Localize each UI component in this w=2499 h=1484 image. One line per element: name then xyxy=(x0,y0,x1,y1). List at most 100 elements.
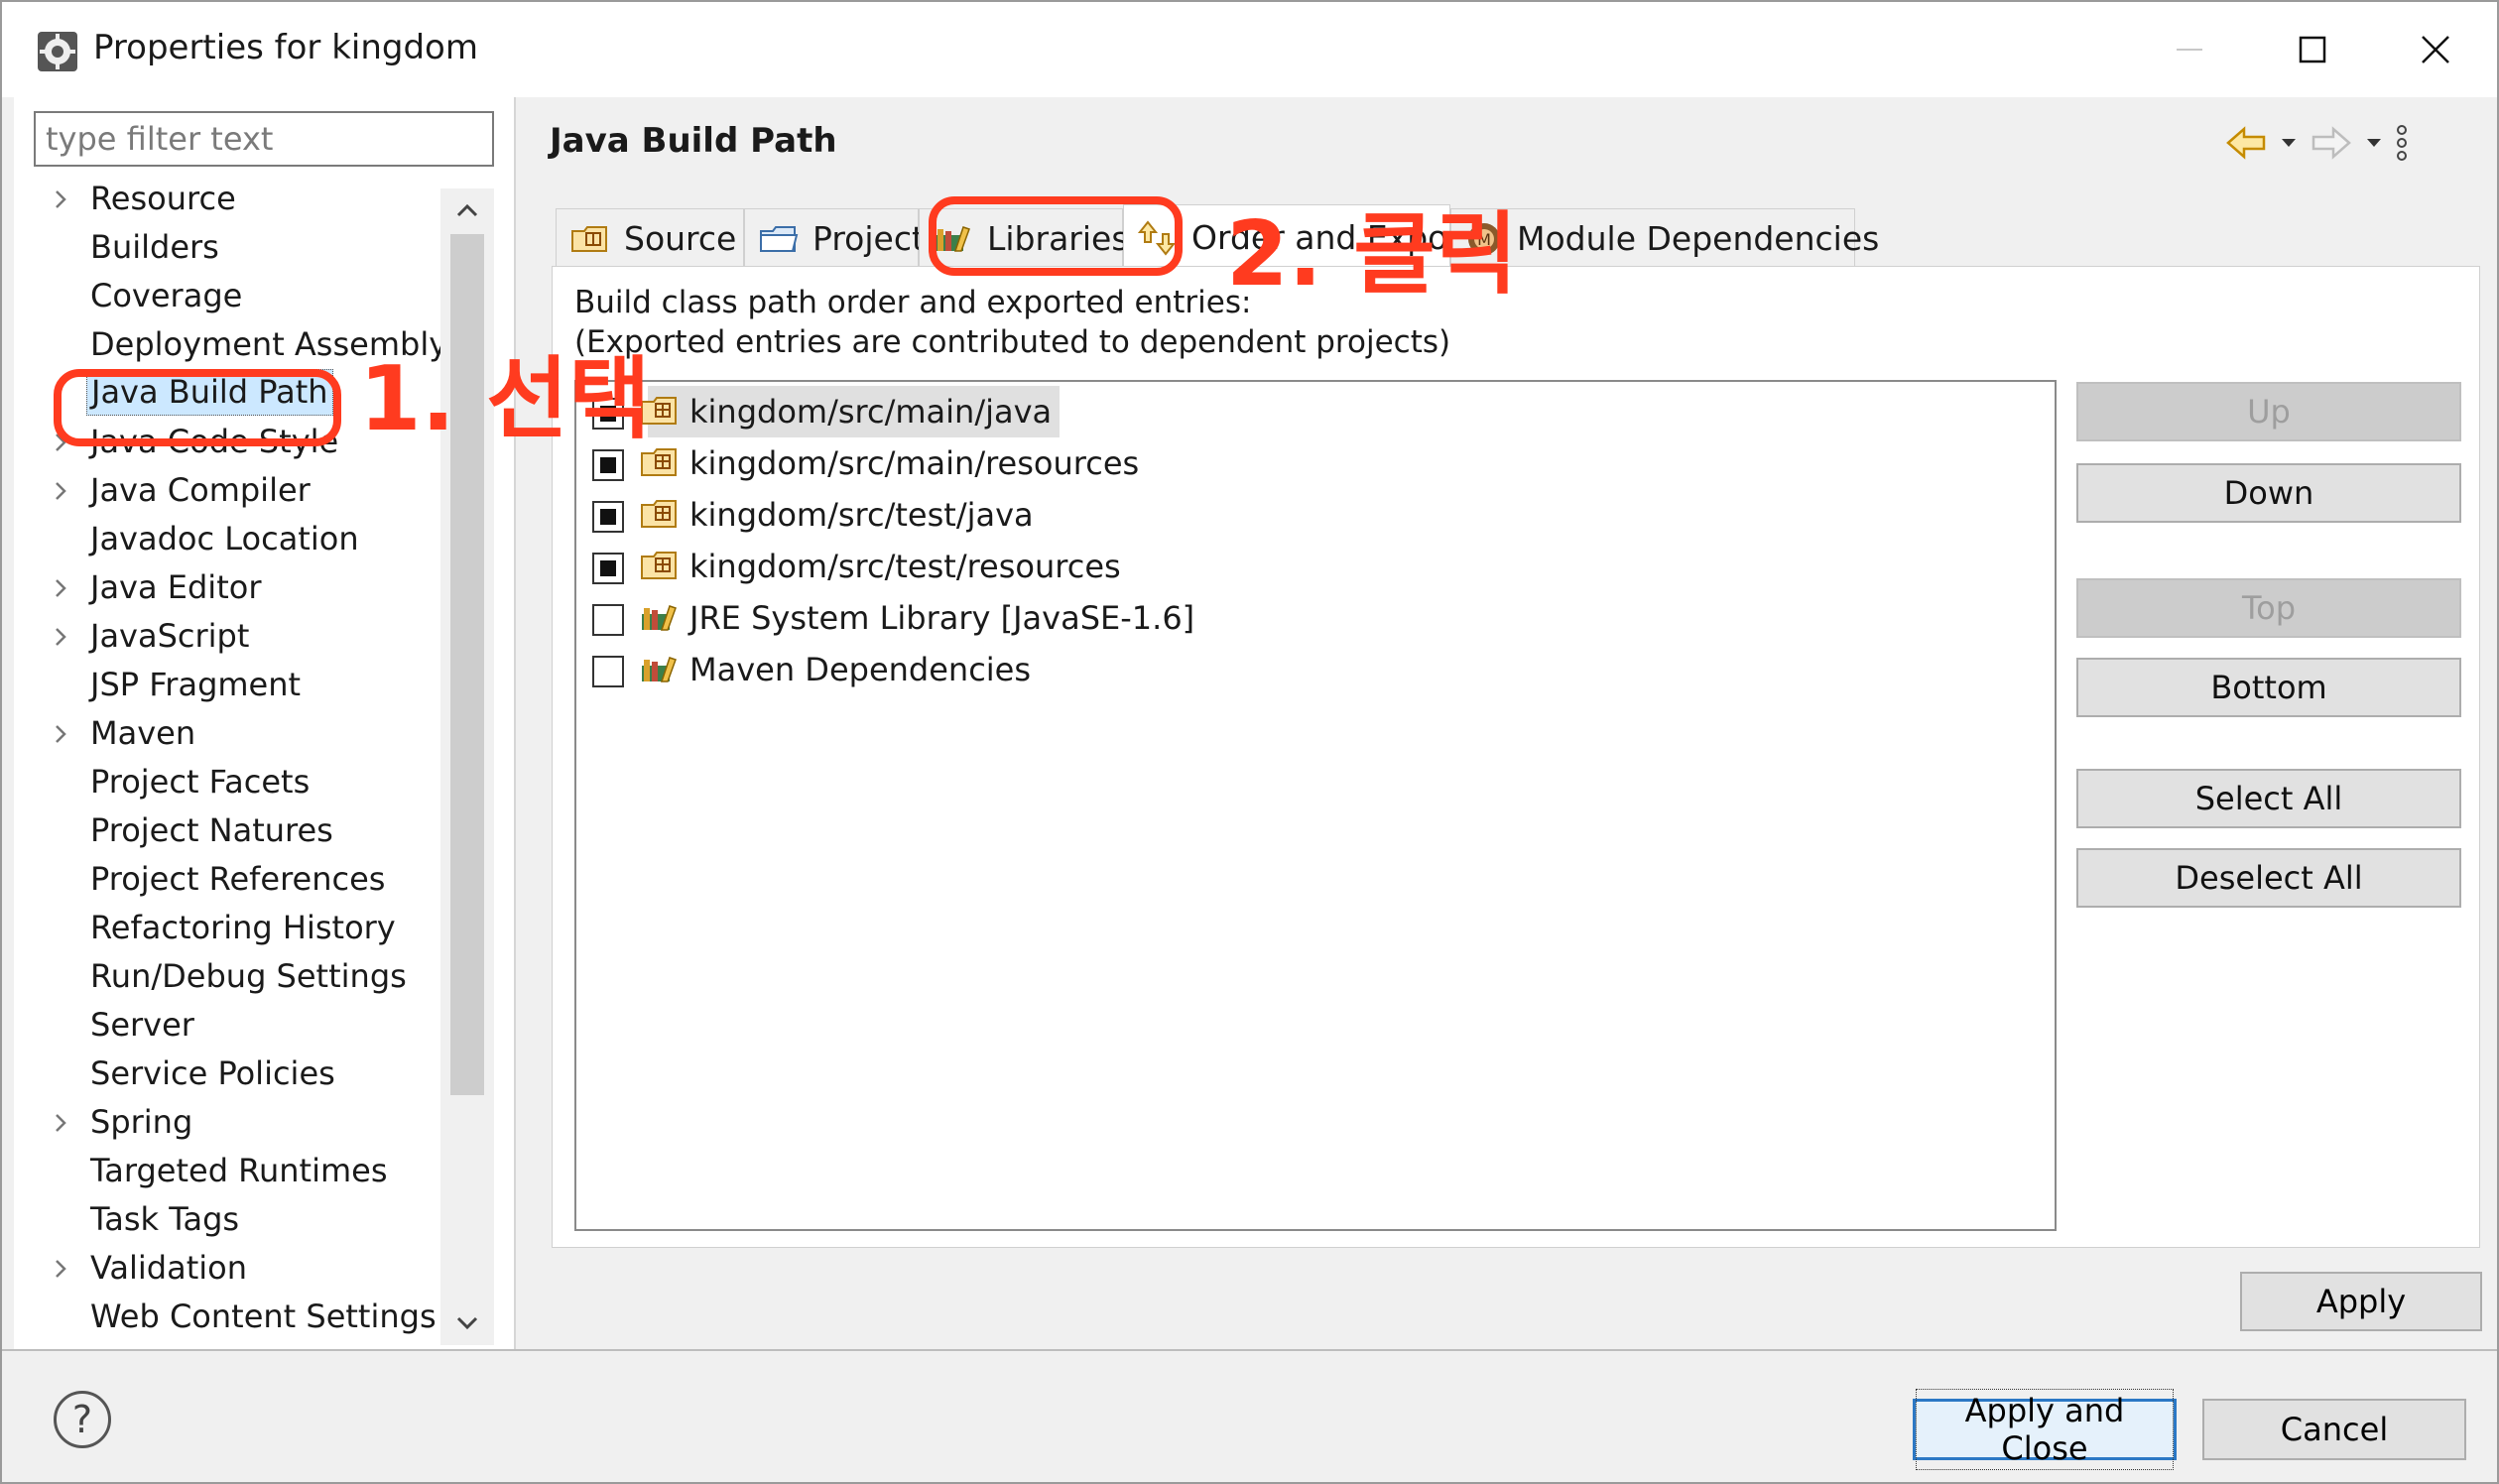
top-button[interactable]: Top xyxy=(2076,578,2461,638)
tree-item[interactable]: Builders xyxy=(14,223,440,272)
filter-input[interactable] xyxy=(34,111,494,167)
source-folder-icon xyxy=(640,497,680,533)
tree-item-label: Targeted Runtimes xyxy=(90,1152,388,1189)
minimize-button[interactable] xyxy=(2155,20,2224,79)
classpath-entry[interactable]: kingdom/src/main/java xyxy=(576,386,2045,437)
page-navigation xyxy=(2224,119,2409,167)
gear-icon xyxy=(36,30,79,73)
export-checkbox[interactable] xyxy=(592,604,624,636)
tree-item[interactable]: Java Editor xyxy=(14,563,440,612)
apply-button[interactable]: Apply xyxy=(2240,1272,2482,1331)
up-button[interactable]: Up xyxy=(2076,382,2461,441)
scroll-up-button[interactable] xyxy=(440,188,494,232)
back-arrow-icon[interactable] xyxy=(2224,125,2268,161)
chevron-right-icon[interactable] xyxy=(54,466,77,515)
title-bar: Properties for kingdom xyxy=(2,2,2497,97)
tree-item[interactable]: Validation xyxy=(14,1244,440,1293)
tree-item-label: Project Natures xyxy=(90,811,333,849)
tree-item[interactable]: Service Policies xyxy=(14,1050,440,1098)
tree-item[interactable]: JavaScript xyxy=(14,612,440,661)
chevron-right-icon[interactable] xyxy=(54,1244,77,1293)
tree-item[interactable]: Spring xyxy=(14,1098,440,1147)
tree-item-label: Spring xyxy=(90,1103,193,1141)
order-export-panel: Build class path order and exported entr… xyxy=(552,266,2480,1248)
classpath-entry-label: kingdom/src/test/java xyxy=(689,496,1034,534)
tree-item[interactable]: Web Content Settings xyxy=(14,1293,440,1341)
source-folder-icon xyxy=(570,223,610,255)
tree-item[interactable]: Refactoring History xyxy=(14,904,440,952)
tree-item[interactable]: Targeted Runtimes xyxy=(14,1147,440,1195)
down-button[interactable]: Down xyxy=(2076,463,2461,523)
export-checkbox[interactable] xyxy=(592,553,624,584)
dropdown-icon[interactable] xyxy=(2365,137,2383,149)
tree-item[interactable]: JSP Fragment xyxy=(14,661,440,709)
chevron-right-icon[interactable] xyxy=(54,175,77,223)
tree-item[interactable]: Project References xyxy=(14,855,440,904)
category-pane: ResourceBuildersCoverageDeployment Assem… xyxy=(14,97,514,1349)
tree-item-label: Project Facets xyxy=(90,763,311,801)
properties-dialog: Properties for kingdom Resource Builders C… xyxy=(0,0,2499,1484)
project-icon xyxy=(759,223,799,255)
tree-item[interactable]: Server xyxy=(14,1001,440,1050)
tree-item-label: Refactoring History xyxy=(90,909,396,946)
tree-item-label: Maven xyxy=(90,714,196,752)
cancel-button[interactable]: Cancel xyxy=(2202,1399,2466,1460)
tree-item[interactable]: Java Compiler xyxy=(14,466,440,515)
tree-item[interactable]: Javadoc Location xyxy=(14,515,440,563)
bottom-button[interactable]: Bottom xyxy=(2076,658,2461,717)
tree-item[interactable]: Coverage xyxy=(14,272,440,320)
apply-and-close-label: Apply and Close xyxy=(1916,1389,2174,1470)
classpath-entry-label: kingdom/src/main/resources xyxy=(689,444,1140,482)
classpath-entry-label: JRE System Library [JavaSE-1.6] xyxy=(689,599,1195,637)
classpath-entry-label: kingdom/src/main/java xyxy=(648,386,1061,437)
tree-item-label: Task Tags xyxy=(90,1200,240,1238)
dropdown-icon[interactable] xyxy=(2280,137,2298,149)
chevron-right-icon[interactable] xyxy=(54,1098,77,1147)
source-folder-icon xyxy=(640,549,680,584)
chevron-down-icon xyxy=(456,1316,478,1330)
tree-item[interactable]: Project Natures xyxy=(14,806,440,855)
classpath-entry[interactable]: Maven Dependencies xyxy=(576,644,2045,695)
tree-item[interactable]: Run/Debug Settings xyxy=(14,952,440,1001)
annotation-ring-java-build-path xyxy=(54,369,341,446)
maximize-button[interactable] xyxy=(2278,20,2347,79)
maximize-icon xyxy=(2299,36,2326,63)
tree-item-label: Run/Debug Settings xyxy=(90,957,407,995)
select-all-button[interactable]: Select All xyxy=(2076,769,2461,828)
page-title: Java Build Path xyxy=(550,121,837,161)
tab-projects[interactable]: Projects xyxy=(744,208,941,268)
tree-item[interactable]: Project Facets xyxy=(14,758,440,806)
tree-item-label: Java Compiler xyxy=(90,471,311,509)
classpath-entry-label: kingdom/src/test/resources xyxy=(689,548,1121,585)
close-icon xyxy=(2422,36,2449,63)
chevron-right-icon[interactable] xyxy=(54,612,77,661)
tree-item-label: Service Policies xyxy=(90,1054,335,1092)
export-checkbox[interactable] xyxy=(592,449,624,481)
chevron-right-icon[interactable] xyxy=(54,563,77,612)
tree-item-label: Javadoc Location xyxy=(90,520,359,557)
classpath-entry[interactable]: kingdom/src/main/resources xyxy=(576,437,2045,489)
help-icon[interactable]: ? xyxy=(54,1391,111,1448)
close-button[interactable] xyxy=(2401,20,2470,79)
forward-arrow-icon xyxy=(2310,125,2353,161)
annotation-step-1: 1. 선택 xyxy=(359,347,651,451)
scroll-down-button[interactable] xyxy=(440,1301,494,1345)
view-menu-icon[interactable] xyxy=(2395,123,2409,163)
apply-and-close-button[interactable]: Apply and Close xyxy=(1913,1389,2177,1470)
export-checkbox[interactable] xyxy=(592,656,624,687)
classpath-entry[interactable]: JRE System Library [JavaSE-1.6] xyxy=(576,592,2045,644)
tree-item-label: Validation xyxy=(90,1249,248,1287)
deselect-all-button[interactable]: Deselect All xyxy=(2076,848,2461,908)
pane-divider[interactable] xyxy=(514,97,516,1349)
classpath-entry-list[interactable]: kingdom/src/main/java kingdom/src/main/re… xyxy=(574,380,2057,1231)
classpath-entry[interactable]: kingdom/src/test/java xyxy=(576,489,2045,541)
tree-item[interactable]: Maven xyxy=(14,709,440,758)
tree-item[interactable]: Task Tags xyxy=(14,1195,440,1244)
tab-source[interactable]: Source xyxy=(556,208,744,268)
tree-item[interactable]: Resource xyxy=(14,175,440,223)
chevron-right-icon[interactable] xyxy=(54,709,77,758)
export-checkbox[interactable] xyxy=(592,501,624,533)
classpath-entry[interactable]: kingdom/src/test/resources xyxy=(576,541,2045,592)
classpath-entry-label: Maven Dependencies xyxy=(689,651,1032,688)
tab-source-label: Source xyxy=(624,219,737,258)
